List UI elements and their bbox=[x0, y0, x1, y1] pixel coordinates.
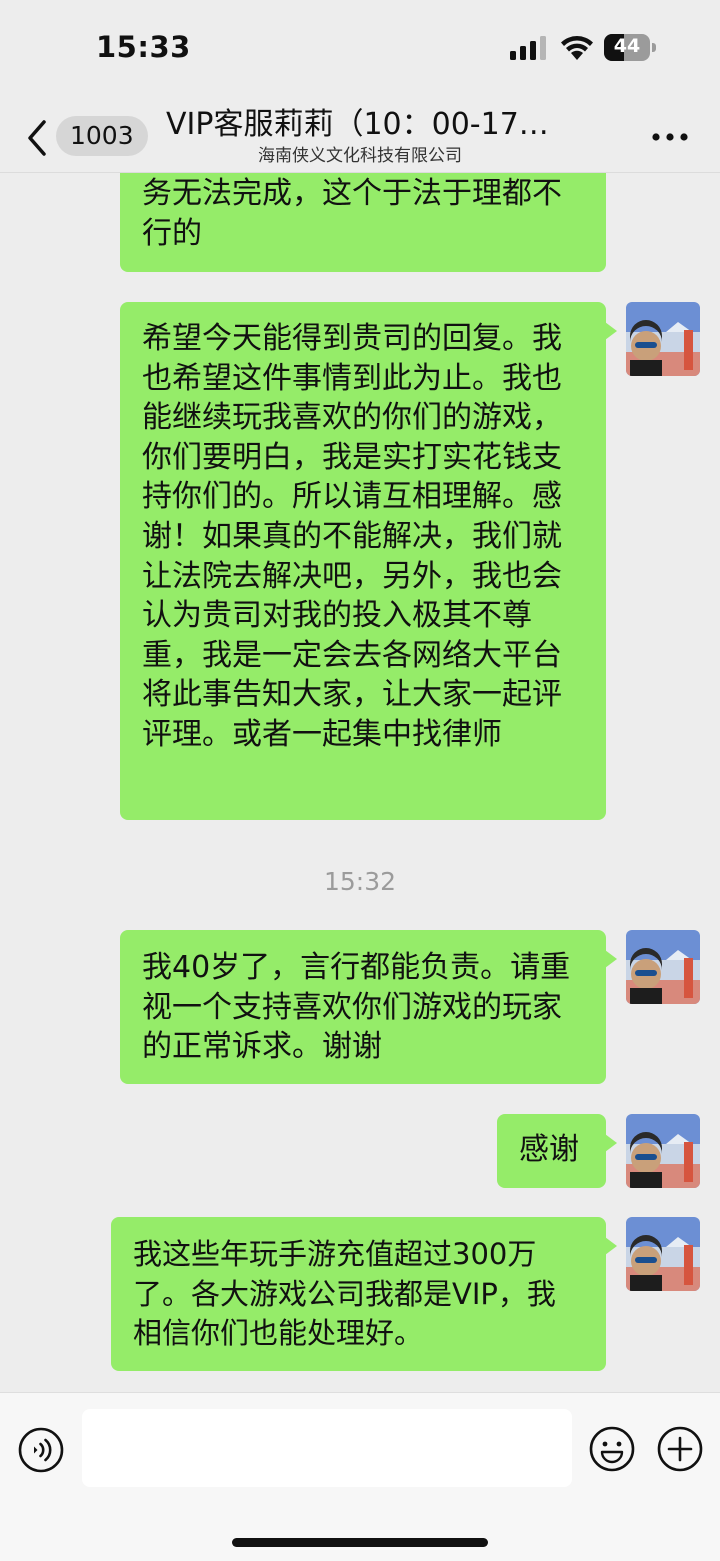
plus-icon[interactable] bbox=[656, 1425, 704, 1473]
voice-icon[interactable] bbox=[18, 1427, 64, 1473]
input-bar bbox=[0, 1392, 720, 1561]
message-timestamp: 15:32 bbox=[323, 867, 397, 896]
more-dots-icon[interactable] bbox=[652, 132, 688, 142]
message-bubble[interactable]: 我这些年玩手游充值超过300万了。各大游戏公司我都是VIP，我相信你们也能处理好… bbox=[111, 1217, 606, 1371]
message-text: 务无法完成，这个于法于理都不行的 bbox=[142, 176, 562, 251]
avatar-photo bbox=[626, 1114, 700, 1188]
message-text: 希望今天能得到贵司的回复。我也希望这件事情到此为止。我也能继续玩我喜欢的你们的游… bbox=[142, 321, 562, 752]
message-text: 我40岁了，言行都能负责。请重视一个支持喜欢你们游戏的玩家的正常诉求。谢谢 bbox=[142, 950, 571, 1065]
avatar[interactable] bbox=[626, 1217, 700, 1291]
message-bubble[interactable]: 感谢 bbox=[497, 1114, 606, 1188]
home-indicator bbox=[232, 1538, 488, 1547]
unread-count-badge[interactable]: 1003 bbox=[56, 116, 148, 156]
battery-icon: 44 bbox=[604, 34, 658, 61]
chat-subtitle: 海南侠义文化科技有限公司 bbox=[258, 146, 462, 166]
message-text: 我这些年玩手游充值超过300万了。各大游戏公司我都是VIP，我相信你们也能处理好… bbox=[133, 1237, 556, 1351]
avatar-photo bbox=[626, 1217, 700, 1291]
wifi-icon bbox=[561, 36, 593, 60]
chat-title: VIP客服莉莉（10：00-17… bbox=[166, 108, 549, 142]
avatar[interactable] bbox=[626, 1114, 700, 1188]
message-bubble[interactable]: 希望今天能得到贵司的回复。我也希望这件事情到此为止。我也能继续玩我喜欢的你们的游… bbox=[120, 302, 606, 820]
avatar-photo bbox=[626, 930, 700, 1004]
status-bar: 15:33 44 bbox=[0, 0, 720, 96]
message-list[interactable]: 务无法完成，这个于法于理都不行的 希望今天能得到贵司的回复。我也希望这件事情到此… bbox=[0, 173, 720, 1392]
signal-icon bbox=[510, 36, 546, 60]
battery-level: 44 bbox=[613, 35, 641, 57]
avatar[interactable] bbox=[626, 930, 700, 1004]
chevron-left-icon[interactable] bbox=[22, 118, 52, 158]
avatar[interactable] bbox=[626, 302, 700, 376]
chat-header: 1003 VIP客服莉莉（10：00-17… 海南侠义文化科技有限公司 bbox=[0, 96, 720, 173]
emoji-icon[interactable] bbox=[588, 1425, 636, 1473]
message-text: 感谢 bbox=[519, 1132, 579, 1167]
message-bubble[interactable]: 务无法完成，这个于法于理都不行的 bbox=[120, 173, 606, 272]
message-bubble[interactable]: 我40岁了，言行都能负责。请重视一个支持喜欢你们游戏的玩家的正常诉求。谢谢 bbox=[120, 930, 606, 1084]
message-input[interactable] bbox=[82, 1409, 572, 1487]
avatar-photo bbox=[626, 302, 700, 376]
status-time: 15:33 bbox=[96, 30, 191, 64]
